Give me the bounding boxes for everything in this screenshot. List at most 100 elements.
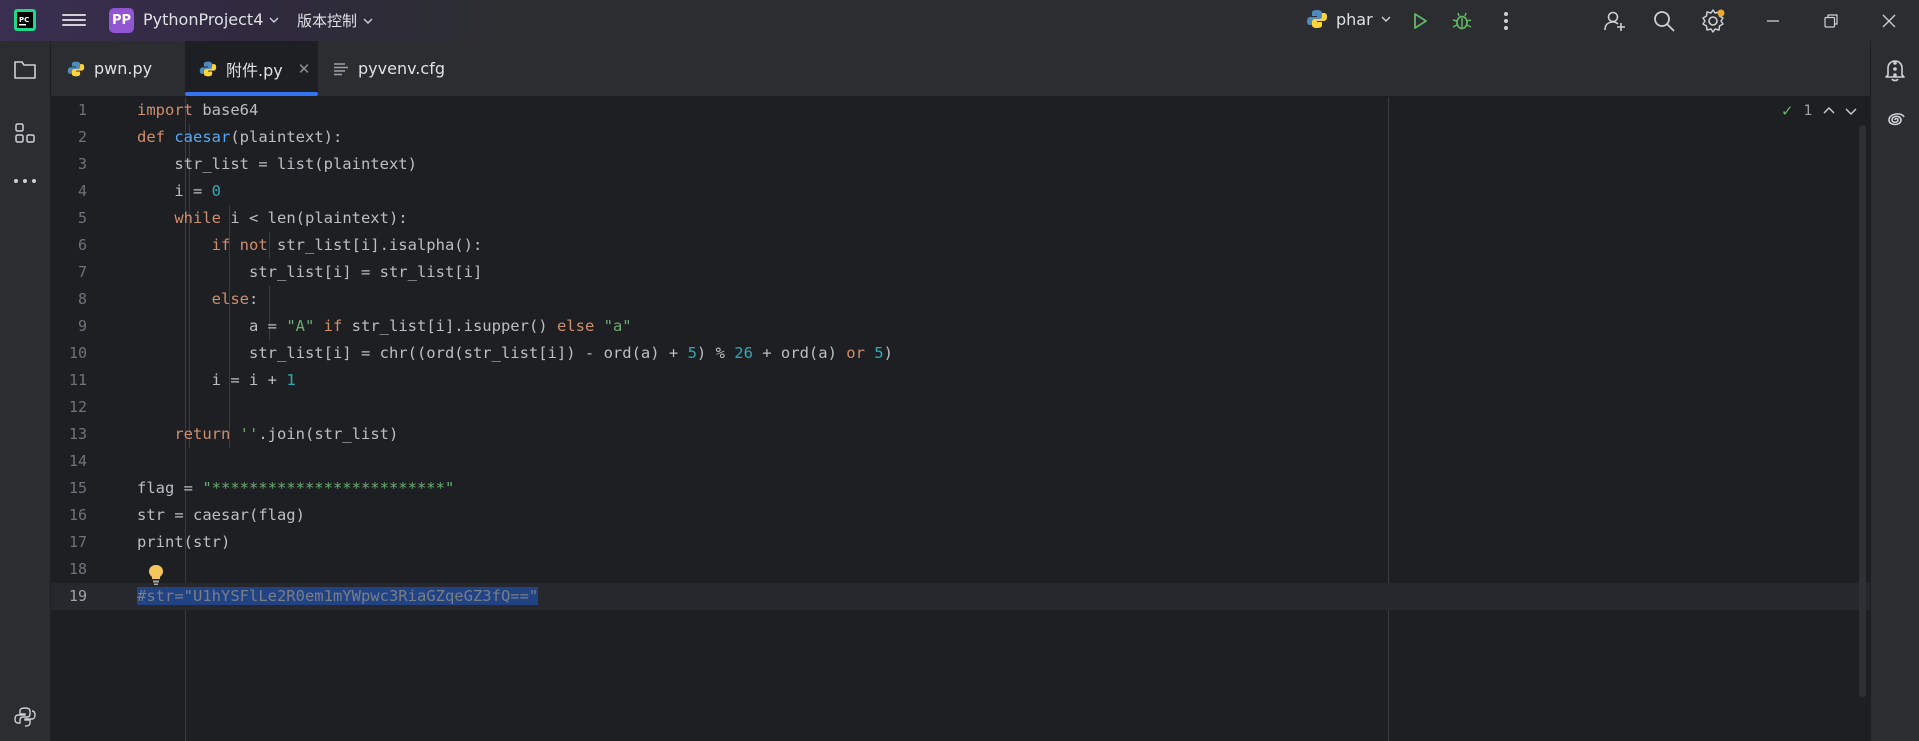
run-configuration-selector[interactable]: phar [1306,8,1391,30]
code-text: #str="U1hYSFlLe2R0em1mYWpwc3RiaGZqeGZ3fQ… [137,583,539,610]
code-line-16[interactable]: 16 str = caesar(flag) [51,502,1870,529]
more-tool-windows-icon[interactable] [12,168,38,194]
settings-gear-icon[interactable] [1700,8,1726,34]
line-number: 3 [77,155,87,173]
ai-assistant-spiral-icon[interactable] [1882,107,1908,133]
project-name: PythonProject4 [143,10,264,29]
close-tab-icon[interactable]: ✕ [298,60,311,78]
code-text: else: [211,290,259,308]
code-text: import base64 [137,101,259,119]
line-number: 18 [68,560,87,578]
code-text: str = caesar(flag) [137,506,305,524]
code-line-18[interactable]: 18 [51,556,1870,583]
text-file-icon [334,62,348,75]
line-number: 5 [77,209,87,227]
code-text: return ''.join(str_list) [174,425,399,443]
line-number: 16 [68,506,87,524]
code-text: i = i + 1 [137,371,296,389]
project-badge[interactable]: PP [109,8,134,33]
add-user-icon[interactable] [1602,8,1628,34]
python-packages-icon[interactable] [12,704,38,730]
tab-label: pwn.py [94,59,153,78]
checkmark-icon: ✓ [1781,102,1794,120]
selected-comment: #str="U1hYSFlLe2R0em1mYWpwc3RiaGZqeGZ3fQ… [137,587,539,605]
tab-pyvenv-cfg[interactable]: pyvenv.cfg [333,41,463,96]
close-window-icon[interactable] [1876,8,1902,34]
code-line-4[interactable]: 4 i = 0 [51,178,1870,205]
more-actions-icon[interactable] [1493,8,1519,34]
code-line-13[interactable]: 13 return ''.join(str_list) [51,421,1870,448]
right-tool-window-bar [1870,41,1919,741]
code-line-2[interactable]: 2 def caesar(plaintext): [51,124,1870,151]
inspection-count: 1 [1803,103,1813,119]
code-line-14[interactable]: 14 [51,448,1870,475]
project-folder-icon[interactable] [12,57,38,83]
main-menu-icon[interactable] [62,11,86,31]
code-line-7[interactable]: 7 str_list[i] = str_list[i] [51,259,1870,286]
code-line-17[interactable]: 17 print(str) [51,529,1870,556]
python-file-icon [199,61,217,76]
line-number: 2 [77,128,87,146]
line-number: 14 [68,452,87,470]
code-text: str_list[i] = str_list[i] [137,263,483,281]
code-text: while i < len(plaintext): [174,209,408,227]
code-text: flag = "*************************" [137,479,455,497]
line-number: 15 [68,479,87,497]
tab-pwn-py[interactable]: pwn.py [67,41,185,96]
code-line-8[interactable]: 8 else: [51,286,1870,313]
line-number: 8 [77,290,87,308]
code-line-5[interactable]: 5 while i < len(plaintext): [51,205,1870,232]
code-line-9[interactable]: 9 a = "A" if str_list[i].isupper() else … [51,313,1870,340]
code-line-19[interactable]: 19 #str="U1hYSFlLe2R0em1mYWpwc3RiaGZqeGZ3… [51,583,1870,610]
vcs-label: 版本控制 [297,12,358,30]
code-line-3[interactable]: 3 str_list = list(plaintext) [51,151,1870,178]
python-file-icon [67,61,85,76]
chevron-up-icon[interactable] [1823,106,1835,116]
code-line-11[interactable]: 11 i = i + 1 [51,367,1870,394]
search-icon[interactable] [1651,8,1677,34]
pycharm-logo-icon[interactable]: PC [14,9,36,31]
line-number: 9 [77,317,87,335]
structure-icon[interactable] [12,120,38,146]
project-selector[interactable]: PythonProject4 [143,10,279,29]
code-line-12[interactable]: 12 [51,394,1870,421]
editor-tab-bar: pwn.py 附件.py ✕ pyvenv.cfg [51,41,1897,97]
title-bar: PC PP PythonProject4 版本控制 phar [0,0,1919,41]
chevron-down-icon [363,18,373,24]
chevron-down-icon [269,17,279,23]
tab-label: 附件.py [226,60,283,80]
line-number: 1 [77,101,87,119]
code-editor[interactable]: 1 import base64 2 def caesar(plaintext): 3… [51,97,1870,741]
code-text: i = 0 [137,182,221,200]
line-number: 12 [68,398,87,416]
code-line-15[interactable]: 15 flag = "*************************" [51,475,1870,502]
code-text: if not str_list[i].isalpha(): [211,236,483,254]
tab-options-icon[interactable] [1883,57,1907,81]
run-icon[interactable] [1407,8,1433,34]
line-number: 4 [77,182,87,200]
svg-text:PC: PC [19,16,29,24]
tab-attachment-py[interactable]: 附件.py ✕ [185,41,318,96]
vertical-scrollbar[interactable] [1859,125,1866,697]
minimize-icon[interactable] [1760,8,1786,34]
line-number: 19 [68,587,87,605]
vcs-menu[interactable]: 版本控制 [297,10,373,31]
line-number: 6 [77,236,87,254]
line-number: 7 [77,263,87,281]
run-config-name: phar [1336,9,1373,29]
tab-label: pyvenv.cfg [358,59,445,78]
code-line-1[interactable]: 1 import base64 [51,97,1870,124]
restore-window-icon[interactable] [1818,8,1844,34]
debug-icon[interactable] [1449,8,1475,34]
inspection-widget[interactable]: ✓ 1 [1781,102,1857,120]
line-number: 17 [68,533,87,551]
code-line-10[interactable]: 10 str_list[i] = chr((ord(str_list[i]) -… [51,340,1870,367]
line-number: 10 [68,344,87,362]
code-line-6[interactable]: 6 if not str_list[i].isalpha(): [51,232,1870,259]
code-text: str_list = list(plaintext) [137,155,417,173]
python-icon [1307,10,1327,28]
line-number: 11 [68,371,87,389]
chevron-down-icon[interactable] [1845,106,1857,116]
code-text: a = "A" if str_list[i].isupper() else "a… [137,317,632,335]
lightbulb-intention-icon[interactable] [146,563,166,587]
